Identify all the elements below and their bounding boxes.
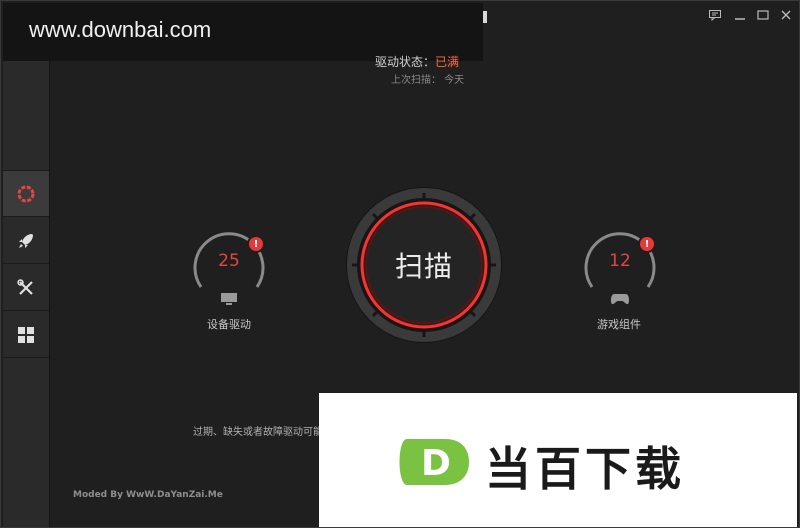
gauge-device-drivers-label: 设备驱动 bbox=[207, 318, 251, 331]
gauge-device-drivers[interactable]: 25 ! bbox=[189, 225, 269, 305]
gauge-game-components[interactable]: 12 ! bbox=[580, 225, 660, 305]
minimize-icon[interactable] bbox=[731, 7, 749, 23]
logo-d-letter: D bbox=[421, 443, 451, 484]
maximize-icon[interactable] bbox=[754, 7, 772, 23]
sidebar-item-apps[interactable] bbox=[3, 312, 49, 358]
gamepad-icon bbox=[610, 291, 630, 310]
watermark-logo-panel: D 当百下载 bbox=[319, 393, 797, 527]
feedback-icon[interactable] bbox=[706, 7, 724, 23]
alert-badge: ! bbox=[640, 237, 654, 251]
hint-text: 过期、缺失或者故障驱动可能 bbox=[193, 427, 323, 438]
scan-button-label: 扫描 bbox=[394, 250, 453, 283]
logo-text: 当百下载 bbox=[485, 442, 685, 496]
sidebar-item-boost[interactable] bbox=[3, 218, 49, 264]
monitor-icon bbox=[220, 291, 238, 310]
title-marker bbox=[483, 11, 487, 23]
driver-status-label: 驱动状态： bbox=[375, 55, 436, 69]
gauge-game-components-count: 12 bbox=[609, 251, 631, 271]
logo-d-mark: D bbox=[399, 439, 469, 485]
last-scan-text: 上次扫描： 今天 bbox=[391, 75, 465, 86]
gauge-game-components-label: 游戏组件 bbox=[597, 318, 641, 331]
sidebar-spacer bbox=[3, 61, 49, 171]
alert-badge: ! bbox=[249, 237, 263, 251]
tools-icon bbox=[17, 278, 33, 295]
watermark-text: www.downbai.com bbox=[29, 17, 212, 42]
driver-status-value: 已满 bbox=[435, 55, 460, 69]
sidebar bbox=[3, 61, 50, 527]
scan-button[interactable]: 扫描 bbox=[366, 207, 482, 323]
close-icon[interactable] bbox=[777, 7, 795, 23]
rocket-icon bbox=[19, 233, 33, 248]
gauge-device-drivers-count: 25 bbox=[218, 251, 240, 271]
sidebar-item-scan[interactable] bbox=[3, 171, 49, 217]
grid-icon bbox=[18, 326, 34, 343]
sidebar-item-tools[interactable] bbox=[3, 265, 49, 311]
driver-status: 驱动状态：已满 bbox=[375, 53, 459, 70]
moded-by-credit: Moded By WwW.DaYanZai.Me bbox=[73, 490, 223, 500]
scan-ring-icon bbox=[17, 185, 35, 202]
scan-ring: 扫描 bbox=[344, 185, 504, 345]
driver-app-window: www.downbai.com 驱动状态：已满 上次扫描： 今天 扫描 25 !… bbox=[0, 0, 800, 528]
